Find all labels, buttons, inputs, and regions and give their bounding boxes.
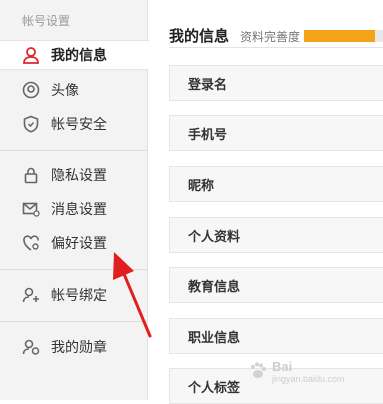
medal-user-icon [21,337,41,357]
heart-gear-icon [21,233,41,253]
section-row-label: 手机号 [188,127,228,143]
sidebar-item-privacy[interactable]: 隐私设置 [0,160,148,190]
section-row-phone[interactable]: 手机号 [169,115,383,151]
sidebar-item-label: 隐私设置 [51,168,107,184]
user-icon [21,45,41,65]
sidebar-item-account-binding[interactable]: 帐号绑定 [0,280,148,310]
mail-icon [21,199,41,219]
sidebar-item-preferences[interactable]: 偏好设置 [0,228,148,258]
sidebar-item-avatar[interactable]: 头像 [0,75,148,105]
shield-icon [21,114,41,134]
title-divider [169,47,383,48]
section-row-label: 职业信息 [188,330,241,346]
settings-sidebar: 帐号设置 我的信息 头像 帐号安全 隐私设置 消息设置 偏好设置 帐号绑定 我的… [0,0,149,400]
page-title: 我的信息 [169,27,230,45]
completeness-label: 资料完善度 [240,30,301,44]
section-row-login-name[interactable]: 登录名 [169,65,383,101]
section-row-label: 昵称 [188,178,215,194]
sidebar-item-label: 帐号绑定 [51,288,107,304]
sidebar-item-label: 我的勋章 [51,340,107,356]
sidebar-item-messages[interactable]: 消息设置 [0,194,148,224]
section-row-label: 个人标签 [188,380,241,396]
section-row-label: 登录名 [188,77,228,93]
sidebar-item-badges[interactable]: 我的勋章 [0,332,148,362]
section-row-label: 个人资料 [188,229,241,245]
sidebar-divider [0,150,148,151]
user-link-icon [21,285,41,305]
completeness-progress-fill [304,30,376,42]
section-row-personal-tags[interactable]: 个人标签 [169,368,383,404]
sidebar-item-label: 我的信息 [51,48,107,64]
section-row-label: 教育信息 [188,279,241,295]
sidebar-item-security[interactable]: 帐号安全 [0,109,148,139]
my-info-panel: 我的信息 资料完善度 登录名 手机号 昵称 个人资料 教育信息 职业信息 个人标… [149,0,383,404]
lock-icon [21,165,41,185]
completeness-progress-bar [304,30,383,42]
sidebar-divider [0,269,148,270]
sidebar-divider [0,321,148,322]
section-row-personal-info[interactable]: 个人资料 [169,217,383,253]
sidebar-item-label: 头像 [51,83,79,99]
section-row-career[interactable]: 职业信息 [169,318,383,354]
sidebar-item-label: 偏好设置 [51,236,107,252]
sidebar-item-label: 帐号安全 [51,117,107,133]
sidebar-item-label: 消息设置 [51,202,107,218]
face-icon [21,80,41,100]
sidebar-section-title: 帐号设置 [22,14,71,28]
section-row-nickname[interactable]: 昵称 [169,166,383,202]
sidebar-item-my-info[interactable]: 我的信息 [0,40,149,70]
section-row-education[interactable]: 教育信息 [169,267,383,303]
